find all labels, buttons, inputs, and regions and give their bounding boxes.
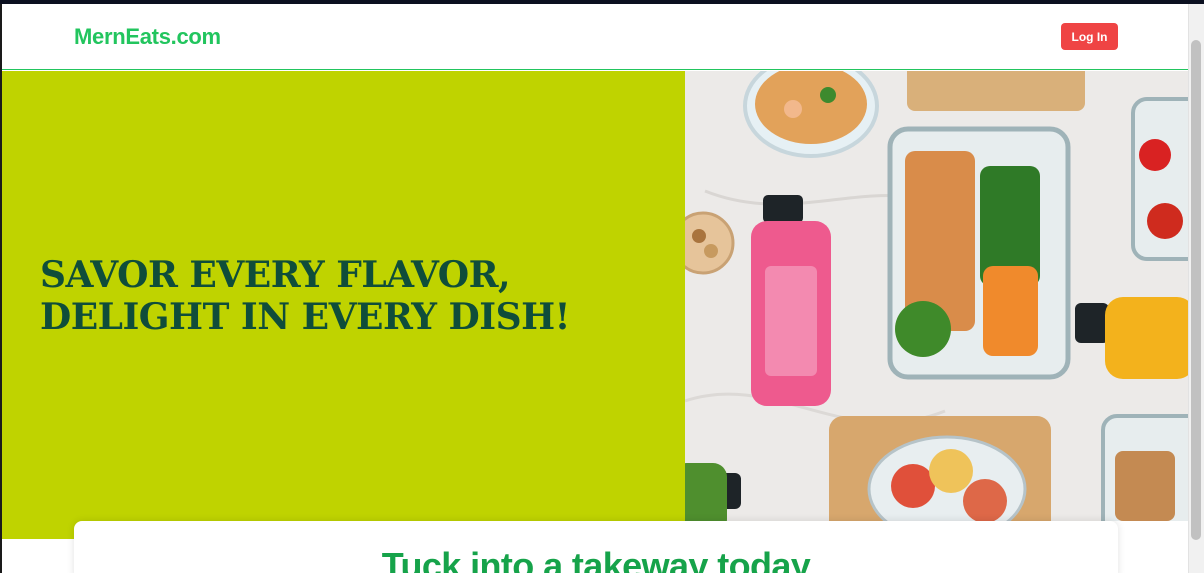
hero-headline-line1: SAVOR EVERY FLAVOR, — [40, 254, 511, 296]
site-header: MernEats.com Log In — [2, 4, 1188, 70]
site-logo[interactable]: MernEats.com — [74, 24, 221, 50]
hero-headline: SAVOR EVERY FLAVOR, DELIGHT IN EVERY DIS… — [40, 254, 680, 338]
search-card-title: Tuck into a takeway today — [381, 545, 811, 573]
scrollbar-thumb[interactable] — [1191, 40, 1201, 540]
hero-headline-line2: DELIGHT IN EVERY DISH! — [40, 296, 570, 338]
search-card: Tuck into a takeway today — [74, 521, 1118, 573]
hero-food-image — [685, 71, 1188, 521]
login-button[interactable]: Log In — [1061, 23, 1118, 50]
